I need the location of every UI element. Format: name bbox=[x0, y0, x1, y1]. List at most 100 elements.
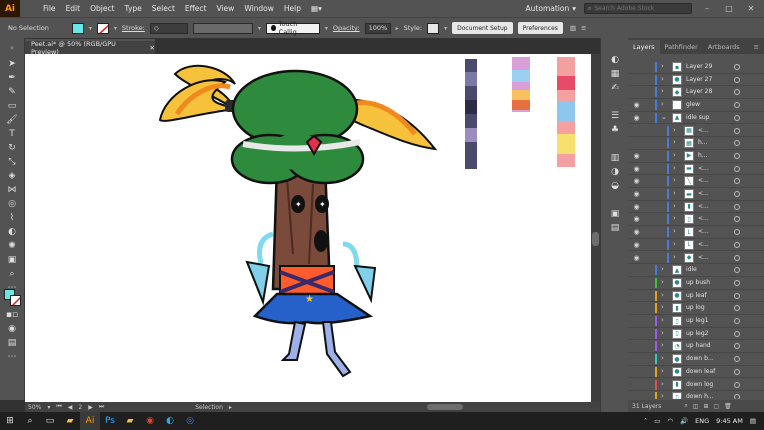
visibility-toggle[interactable] bbox=[632, 393, 641, 399]
edge-icon[interactable]: ◐ bbox=[160, 412, 180, 430]
locate-object-icon[interactable]: ⌕ bbox=[684, 402, 687, 410]
visibility-toggle[interactable] bbox=[632, 266, 641, 274]
selection-tool-icon[interactable]: ➤ bbox=[5, 58, 19, 70]
delete-layer-icon[interactable]: 🗑 bbox=[724, 403, 732, 410]
chevron-right-icon[interactable]: › bbox=[673, 126, 676, 134]
layer-name[interactable]: down log bbox=[686, 381, 713, 388]
windows-start-icon[interactable]: ⊞ bbox=[0, 412, 20, 430]
layer-name[interactable]: up log bbox=[686, 304, 705, 311]
layer-name[interactable]: Layer 29 bbox=[686, 63, 712, 70]
close-tab-icon[interactable]: ✕ bbox=[150, 44, 155, 52]
appearance-icon[interactable]: ◒ bbox=[608, 180, 622, 191]
chevron-right-icon[interactable]: › bbox=[673, 202, 676, 210]
chrome-icon[interactable]: ◉ bbox=[140, 412, 160, 430]
stroke-weight-field[interactable]: ◇ bbox=[149, 22, 188, 34]
target-icon[interactable] bbox=[734, 356, 740, 363]
arrange-documents-icon[interactable]: ▦▾ bbox=[306, 4, 327, 13]
visibility-toggle[interactable] bbox=[632, 330, 641, 338]
eye-icon[interactable]: ◉ bbox=[632, 165, 641, 173]
layer-name[interactable]: up bush bbox=[686, 279, 710, 286]
chevron-down-icon[interactable]: ▾ bbox=[444, 25, 447, 32]
illustrator-taskbar-icon[interactable]: Ai bbox=[80, 412, 100, 430]
target-icon[interactable] bbox=[734, 140, 740, 147]
layer-row[interactable]: ◉ › ▬ <... bbox=[628, 163, 764, 176]
layer-row[interactable]: ◉ › L <... bbox=[628, 239, 764, 252]
target-icon[interactable] bbox=[734, 178, 740, 185]
chevron-up-icon[interactable]: ˄ bbox=[644, 417, 647, 425]
target-icon[interactable] bbox=[734, 102, 740, 109]
layer-name[interactable]: idle bbox=[686, 266, 697, 273]
visibility-toggle[interactable] bbox=[632, 76, 641, 84]
layer-row[interactable]: › ▪ Layer 29 bbox=[628, 61, 764, 74]
opacity-label[interactable]: Opacity: bbox=[333, 24, 360, 32]
type-tool-icon[interactable]: T bbox=[5, 128, 19, 140]
layer-name[interactable]: Layer 27 bbox=[686, 76, 712, 83]
layer-name[interactable]: <... bbox=[698, 127, 709, 134]
layer-name[interactable]: up leaf bbox=[686, 292, 707, 299]
target-icon[interactable] bbox=[734, 279, 740, 286]
scrollbar-thumb[interactable] bbox=[592, 232, 599, 246]
chevron-right-icon[interactable]: › bbox=[661, 392, 664, 399]
scale-tool-icon[interactable]: ⤡ bbox=[5, 156, 19, 168]
chevron-right-icon[interactable]: › bbox=[661, 291, 664, 299]
stroke-swatch-none[interactable] bbox=[96, 22, 109, 34]
chevron-right-icon[interactable]: › bbox=[673, 189, 676, 197]
target-icon[interactable] bbox=[734, 292, 740, 299]
blend-tool-icon[interactable]: ◐ bbox=[5, 226, 19, 238]
chevron-down-icon[interactable]: ▾ bbox=[258, 25, 261, 32]
layer-row[interactable]: › ▦ h... bbox=[628, 137, 764, 150]
menu-select[interactable]: Select bbox=[147, 4, 180, 13]
target-icon[interactable] bbox=[734, 330, 740, 337]
layer-row[interactable]: › ▦ <... bbox=[628, 125, 764, 138]
volume-icon[interactable]: 🔊 bbox=[680, 417, 688, 425]
chevron-right-icon[interactable]: › bbox=[673, 176, 676, 184]
target-icon[interactable] bbox=[734, 165, 740, 172]
stroke-label[interactable]: Stroke: bbox=[122, 24, 145, 32]
maximize-icon[interactable]: □ bbox=[722, 4, 736, 13]
target-icon[interactable] bbox=[734, 127, 740, 134]
width-tool-icon[interactable]: ⋈ bbox=[5, 184, 19, 196]
chevron-right-icon[interactable]: › bbox=[661, 303, 664, 311]
menu-help[interactable]: Help bbox=[279, 4, 306, 13]
target-icon[interactable] bbox=[734, 64, 740, 70]
chevron-right-icon[interactable]: › bbox=[673, 214, 676, 222]
rotate-tool-icon[interactable]: ↻ bbox=[5, 142, 19, 154]
layer-row[interactable]: › ◆ Layer 28 bbox=[628, 86, 764, 100]
layer-name[interactable]: <... bbox=[698, 215, 709, 222]
layer-name[interactable]: <... bbox=[698, 254, 709, 261]
layer-name[interactable]: down h... bbox=[686, 393, 714, 399]
layer-row[interactable]: › ▮ up log bbox=[628, 302, 764, 315]
chevron-right-icon[interactable]: › bbox=[673, 240, 676, 248]
variable-width-profile[interactable] bbox=[192, 22, 253, 34]
layer-row[interactable]: › ● Layer 27 bbox=[628, 74, 764, 87]
layer-name[interactable]: idle sup bbox=[686, 114, 709, 121]
target-icon[interactable] bbox=[734, 368, 740, 375]
layer-name[interactable]: h... bbox=[698, 139, 708, 146]
last-artboard-icon[interactable]: ⏭ bbox=[99, 403, 104, 411]
target-icon[interactable] bbox=[734, 191, 740, 197]
layer-name[interactable]: <... bbox=[698, 165, 709, 172]
eye-icon[interactable]: ◉ bbox=[632, 177, 641, 185]
color-guide-icon[interactable]: ◐ bbox=[608, 54, 622, 65]
eye-icon[interactable]: ◉ bbox=[632, 114, 641, 122]
align-icon[interactable]: ▥ bbox=[570, 24, 576, 32]
target-icon[interactable] bbox=[734, 305, 740, 312]
symbols-icon[interactable]: ♣ bbox=[608, 124, 622, 135]
layer-name[interactable]: <... bbox=[698, 190, 709, 197]
eyedropper-tool-icon[interactable]: ⌇ bbox=[5, 212, 19, 224]
preferences-button[interactable]: Preferences bbox=[517, 22, 563, 34]
visibility-toggle[interactable] bbox=[632, 342, 641, 350]
target-icon[interactable] bbox=[734, 343, 740, 350]
layer-row[interactable]: › ▯ down h... bbox=[628, 391, 764, 399]
chevron-right-icon[interactable]: › bbox=[661, 341, 664, 349]
eye-icon[interactable]: ◉ bbox=[632, 190, 641, 198]
chevron-right-icon[interactable]: › bbox=[673, 151, 676, 159]
chevron-right-icon[interactable]: › bbox=[661, 380, 664, 388]
menu-edit[interactable]: Edit bbox=[61, 4, 86, 13]
first-artboard-icon[interactable]: ⏮ bbox=[56, 403, 61, 411]
battery-icon[interactable]: ▭ bbox=[654, 417, 660, 425]
chevron-down-icon[interactable]: ▾ bbox=[89, 25, 92, 32]
close-icon[interactable]: ✕ bbox=[744, 4, 758, 13]
file-manager-icon[interactable]: ▰ bbox=[120, 412, 140, 430]
chevron-right-icon[interactable]: › bbox=[673, 164, 676, 172]
